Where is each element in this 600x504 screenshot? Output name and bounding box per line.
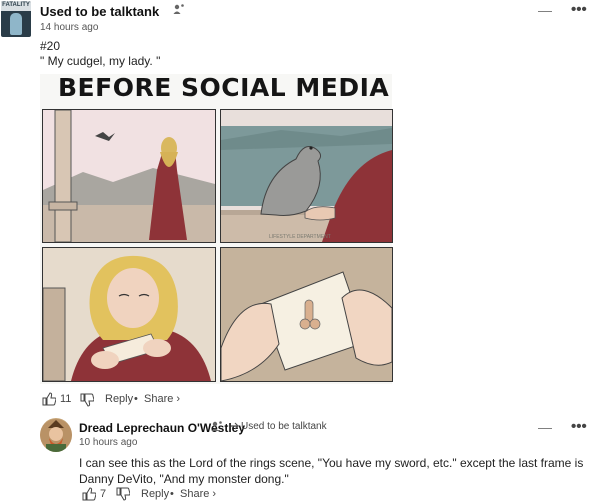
- share-button[interactable]: Share ›: [144, 393, 180, 405]
- comment-share-button[interactable]: Share ›: [180, 488, 216, 500]
- separator-dot: •: [170, 488, 174, 500]
- thumbs-up-icon[interactable]: [82, 487, 96, 501]
- more-options-icon[interactable]: •••: [571, 1, 587, 18]
- reply-to-username[interactable]: Used to be talktank: [241, 421, 327, 432]
- comic-panel-3: [42, 247, 216, 382]
- comic-title: BEFORE SOCIAL MEDIA: [58, 73, 390, 102]
- collapse-icon[interactable]: —: [538, 419, 552, 435]
- comic-panel-1: [42, 109, 216, 243]
- comment-reply-button[interactable]: Reply: [141, 488, 169, 500]
- thumbs-down-icon[interactable]: [116, 487, 130, 501]
- thumbs-down-icon[interactable]: [80, 393, 94, 407]
- post-username[interactable]: Used to be talktank: [40, 4, 159, 19]
- collapse-icon[interactable]: —: [538, 2, 552, 18]
- comment-timestamp: 10 hours ago: [79, 437, 138, 448]
- comment-upvote-count: 7: [100, 488, 107, 500]
- reply-button[interactable]: Reply: [105, 393, 133, 405]
- reply-arrow-icon: [230, 421, 240, 431]
- comment-avatar[interactable]: [40, 418, 72, 452]
- post-number: #20: [40, 39, 61, 53]
- comment-text: I can see this as the Lord of the rings …: [79, 456, 584, 486]
- upvote-count: 11: [60, 393, 72, 405]
- comic-watermark: LIFESTYLE DEPARTMENT: [269, 234, 331, 240]
- separator-dot: •: [134, 393, 138, 405]
- thumbs-up-icon[interactable]: [42, 392, 56, 406]
- comic-panel-2: LIFESTYLE DEPARTMENT: [220, 109, 393, 243]
- post-timestamp: 14 hours ago: [40, 22, 99, 33]
- post-quote: " My cudgel, my lady. ": [40, 54, 161, 68]
- avatar-text: FATALITY: [2, 2, 30, 8]
- user-badge-icon: [173, 3, 185, 17]
- more-options-icon[interactable]: •••: [571, 418, 587, 435]
- comic-panel-4: [220, 247, 393, 382]
- user-badge-icon: [211, 420, 223, 434]
- avatar[interactable]: FATALITY: [1, 1, 31, 37]
